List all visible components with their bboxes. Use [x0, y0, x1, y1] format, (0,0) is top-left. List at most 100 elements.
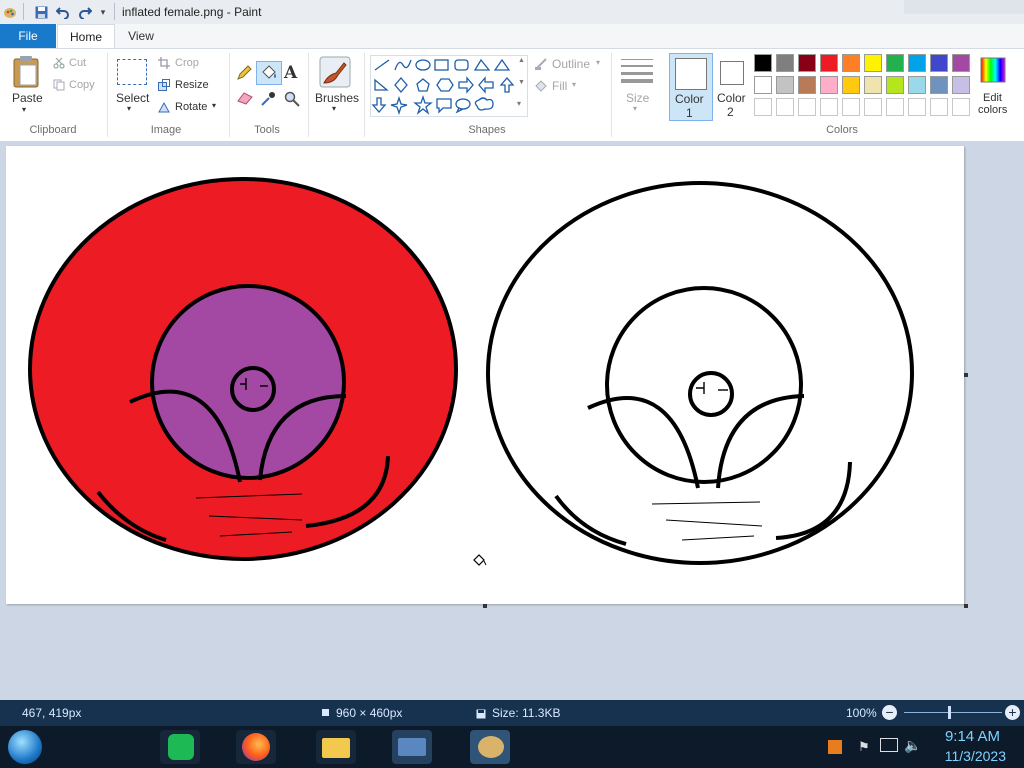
crop-icon: [158, 57, 170, 72]
size-lines-icon[interactable]: [620, 57, 654, 88]
palette-swatch[interactable]: [798, 76, 816, 94]
palette-swatch[interactable]: [886, 76, 904, 94]
paint-app-icon[interactable]: [2, 4, 18, 20]
canvas-resize-handle-corner[interactable]: [964, 604, 968, 608]
palette-swatch[interactable]: [952, 76, 970, 94]
eraser-icon[interactable]: [236, 91, 254, 108]
select-icon[interactable]: [117, 59, 147, 85]
copy-button[interactable]: Copy: [69, 79, 95, 91]
palette-swatch[interactable]: [864, 76, 882, 94]
tray-app-icon[interactable]: [828, 740, 842, 754]
palette-swatch[interactable]: [908, 76, 926, 94]
palette-swatch[interactable]: [886, 54, 904, 72]
brushes-icon[interactable]: [318, 55, 352, 92]
zoom-in-icon[interactable]: +: [1005, 705, 1020, 720]
canvas-dimensions: 960 × 460px: [336, 706, 403, 720]
custom-color-slot[interactable]: [908, 98, 926, 116]
palette-swatch[interactable]: [930, 54, 948, 72]
taskbar-clock-date[interactable]: 11/3/2023: [945, 748, 1006, 764]
brushes-button[interactable]: Brushes: [315, 91, 359, 105]
color2-selector[interactable]: Color 2: [714, 53, 750, 119]
custom-color-slot[interactable]: [798, 98, 816, 116]
edit-colors-label-2[interactable]: colors: [978, 104, 1007, 116]
color-picker-icon[interactable]: [260, 91, 276, 110]
undo-icon[interactable]: [55, 4, 71, 20]
custom-color-slot[interactable]: [754, 98, 772, 116]
custom-color-slot[interactable]: [864, 98, 882, 116]
pencil-icon[interactable]: [236, 65, 252, 84]
color1-swatch: [675, 58, 707, 90]
palette-swatch[interactable]: [930, 76, 948, 94]
outline-dropdown-icon[interactable]: ▾: [596, 58, 600, 67]
custom-color-slot[interactable]: [776, 98, 794, 116]
paste-label[interactable]: Paste: [12, 91, 43, 105]
window-controls[interactable]: [904, 0, 1024, 14]
zoom-slider-thumb[interactable]: [948, 706, 951, 719]
size-dropdown-icon[interactable]: ▾: [633, 104, 637, 113]
shapes-expand-icon[interactable]: ▾: [517, 99, 521, 108]
rotate-dropdown-icon[interactable]: ▾: [212, 101, 216, 110]
custom-color-slot[interactable]: [930, 98, 948, 116]
zoom-out-icon[interactable]: −: [882, 705, 897, 720]
tab-file[interactable]: File: [0, 24, 56, 48]
custom-color-slot[interactable]: [886, 98, 904, 116]
crop-button[interactable]: Crop: [175, 57, 199, 69]
text-tool-icon[interactable]: A: [284, 63, 297, 83]
palette-swatch[interactable]: [820, 76, 838, 94]
volume-icon[interactable]: 🔈: [904, 737, 921, 754]
save-icon[interactable]: [33, 4, 49, 20]
shapes-scroll-up-icon[interactable]: ▲: [518, 57, 525, 64]
select-button[interactable]: Select: [116, 91, 149, 105]
shapes-gallery[interactable]: [370, 55, 528, 117]
taskbar-file-explorer-icon[interactable]: [316, 730, 356, 764]
action-center-flag-icon[interactable]: ⚑: [858, 739, 870, 755]
palette-swatch[interactable]: [820, 54, 838, 72]
select-dropdown-icon[interactable]: ▾: [127, 104, 131, 113]
canvas-resize-handle-right[interactable]: [964, 373, 968, 377]
taskbar-clock-time[interactable]: 9:14 AM: [945, 728, 1000, 745]
edit-colors-label-1[interactable]: Edit: [983, 92, 1002, 104]
shapes-scroll-down-icon[interactable]: ▼: [518, 79, 525, 86]
palette-swatch[interactable]: [754, 54, 772, 72]
custom-color-slot[interactable]: [820, 98, 838, 116]
taskbar-firefox-icon[interactable]: [236, 730, 276, 764]
zoom-slider[interactable]: [904, 712, 1002, 713]
palette-swatch[interactable]: [952, 54, 970, 72]
palette-swatch[interactable]: [754, 76, 772, 94]
fill-with-color-icon[interactable]: [256, 61, 282, 85]
paste-dropdown-icon[interactable]: ▾: [22, 105, 26, 114]
network-icon[interactable]: [880, 738, 898, 752]
redo-icon[interactable]: [77, 4, 93, 20]
rotate-button[interactable]: Rotate: [175, 101, 207, 113]
tab-home[interactable]: Home: [57, 24, 115, 49]
tab-view[interactable]: View: [115, 24, 167, 48]
taskbar: ⚑ 🔈 9:14 AM 11/3/2023: [0, 726, 1024, 768]
customize-quick-access-icon[interactable]: ▾: [97, 4, 109, 20]
cut-button[interactable]: Cut: [69, 57, 86, 69]
palette-swatch[interactable]: [908, 54, 926, 72]
canvas-resize-handle-bottom[interactable]: [483, 604, 487, 608]
palette-swatch[interactable]: [776, 54, 794, 72]
start-button[interactable]: [8, 730, 42, 764]
palette-swatch[interactable]: [842, 54, 860, 72]
palette-swatch[interactable]: [776, 76, 794, 94]
palette-swatch[interactable]: [864, 54, 882, 72]
drawing-canvas[interactable]: [6, 146, 964, 604]
resize-button[interactable]: Resize: [175, 79, 209, 91]
size-button[interactable]: Size: [626, 91, 649, 105]
magnifier-icon[interactable]: [284, 91, 300, 110]
outline-button[interactable]: Outline: [552, 57, 590, 71]
taskbar-app-icon[interactable]: [392, 730, 432, 764]
fill-button[interactable]: Fill: [552, 79, 567, 93]
color1-selector[interactable]: Color 1: [669, 53, 713, 121]
brushes-dropdown-icon[interactable]: ▾: [332, 104, 336, 113]
fill-dropdown-icon[interactable]: ▾: [572, 80, 576, 89]
paste-button[interactable]: [12, 55, 42, 92]
taskbar-paint-icon[interactable]: [470, 730, 510, 764]
palette-swatch[interactable]: [842, 76, 860, 94]
taskbar-spotify-icon[interactable]: [160, 730, 200, 764]
custom-color-slot[interactable]: [952, 98, 970, 116]
edit-colors-icon[interactable]: [980, 57, 1006, 86]
custom-color-slot[interactable]: [842, 98, 860, 116]
palette-swatch[interactable]: [798, 54, 816, 72]
